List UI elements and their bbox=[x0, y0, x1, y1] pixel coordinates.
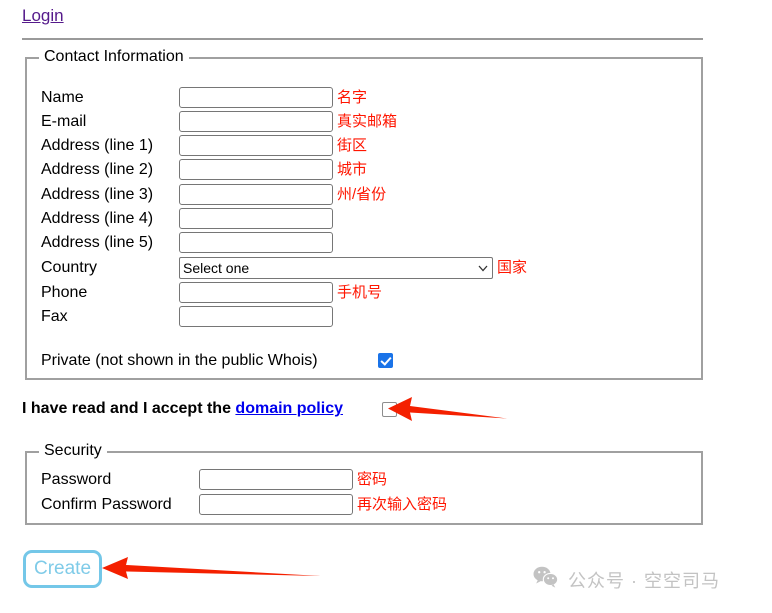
label-email: E-mail bbox=[41, 113, 87, 130]
field-row-country: Country Select one 国家 bbox=[27, 257, 701, 282]
label-confirm-password: Confirm Password bbox=[41, 496, 172, 513]
label-fax: Fax bbox=[41, 308, 68, 325]
field-row-address-line-1: Address (line 1) 街区 bbox=[27, 135, 701, 160]
input-address-line-5[interactable] bbox=[179, 232, 333, 253]
label-address-line-1: Address (line 1) bbox=[41, 137, 154, 154]
input-name[interactable] bbox=[179, 87, 333, 108]
select-country[interactable]: Select one bbox=[179, 257, 493, 279]
input-address-line-3[interactable] bbox=[179, 184, 333, 205]
field-row-phone: Phone 手机号 bbox=[27, 282, 701, 307]
field-row-address-line-4: Address (line 4) bbox=[27, 208, 701, 233]
input-email[interactable] bbox=[179, 111, 333, 132]
note-address-line-1: 街区 bbox=[337, 137, 368, 154]
field-row-address-line-5: Address (line 5) bbox=[27, 232, 701, 257]
label-address-line-3: Address (line 3) bbox=[41, 186, 154, 203]
label-name: Name bbox=[41, 89, 84, 106]
note-email: 真实邮箱 bbox=[337, 113, 398, 130]
label-address-line-2: Address (line 2) bbox=[41, 161, 154, 178]
note-country: 国家 bbox=[497, 259, 528, 276]
wechat-icon bbox=[533, 566, 559, 593]
field-row-address-line-3: Address (line 3) 州/省份 bbox=[27, 184, 701, 209]
input-address-line-1[interactable] bbox=[179, 135, 333, 156]
arrow-left-icon-create bbox=[100, 555, 322, 588]
field-row-email: E-mail 真实邮箱 bbox=[27, 111, 701, 136]
note-password: 密码 bbox=[357, 471, 388, 488]
label-address-line-4: Address (line 4) bbox=[41, 210, 154, 227]
login-link[interactable]: Login bbox=[22, 6, 64, 25]
contact-information-fieldset: Contact Information Name 名字 E-mail 真实邮箱 … bbox=[25, 48, 703, 380]
label-private-whois: Private (not shown in the public Whois) bbox=[41, 352, 318, 369]
field-row-name: Name 名字 bbox=[27, 87, 701, 112]
field-row-confirm-password: Confirm Password 再次输入密码 bbox=[27, 494, 701, 519]
checkbox-private-whois[interactable] bbox=[378, 353, 393, 368]
input-confirm-password[interactable] bbox=[199, 494, 353, 515]
input-password[interactable] bbox=[199, 469, 353, 490]
watermark-text: 公众号 · 空空司马 bbox=[568, 570, 720, 591]
accept-policy-prefix: I have read and I accept the bbox=[22, 400, 236, 417]
domain-policy-link[interactable]: domain policy bbox=[235, 400, 343, 417]
label-address-line-5: Address (line 5) bbox=[41, 234, 154, 251]
security-legend: Security bbox=[39, 442, 107, 460]
note-confirm-password: 再次输入密码 bbox=[357, 496, 448, 513]
note-address-line-3: 州/省份 bbox=[337, 186, 387, 203]
label-phone: Phone bbox=[41, 284, 88, 301]
field-row-fax: Fax bbox=[27, 306, 701, 331]
header-divider bbox=[22, 38, 703, 40]
note-phone: 手机号 bbox=[337, 284, 383, 301]
field-row-password: Password 密码 bbox=[27, 469, 701, 494]
field-row-address-line-2: Address (line 2) 城市 bbox=[27, 159, 701, 184]
accept-policy-text: I have read and I accept the domain poli… bbox=[22, 398, 343, 420]
input-fax[interactable] bbox=[179, 306, 333, 327]
input-address-line-2[interactable] bbox=[179, 159, 333, 180]
input-address-line-4[interactable] bbox=[179, 208, 333, 229]
input-phone[interactable] bbox=[179, 282, 333, 303]
checkbox-accept-policy[interactable] bbox=[382, 402, 397, 417]
watermark: 公众号 · 空空司马 bbox=[533, 566, 720, 593]
note-address-line-2: 城市 bbox=[337, 161, 368, 178]
note-name: 名字 bbox=[337, 89, 368, 106]
login-link-wrapper: Login bbox=[22, 6, 64, 26]
contact-information-legend: Contact Information bbox=[39, 48, 189, 66]
label-password: Password bbox=[41, 471, 112, 488]
label-country: Country bbox=[41, 259, 98, 276]
arrow-left-icon-accept bbox=[386, 393, 508, 432]
security-fieldset: Security Password 密码 Confirm Password 再次… bbox=[25, 442, 703, 525]
create-button[interactable]: Create bbox=[23, 550, 102, 588]
